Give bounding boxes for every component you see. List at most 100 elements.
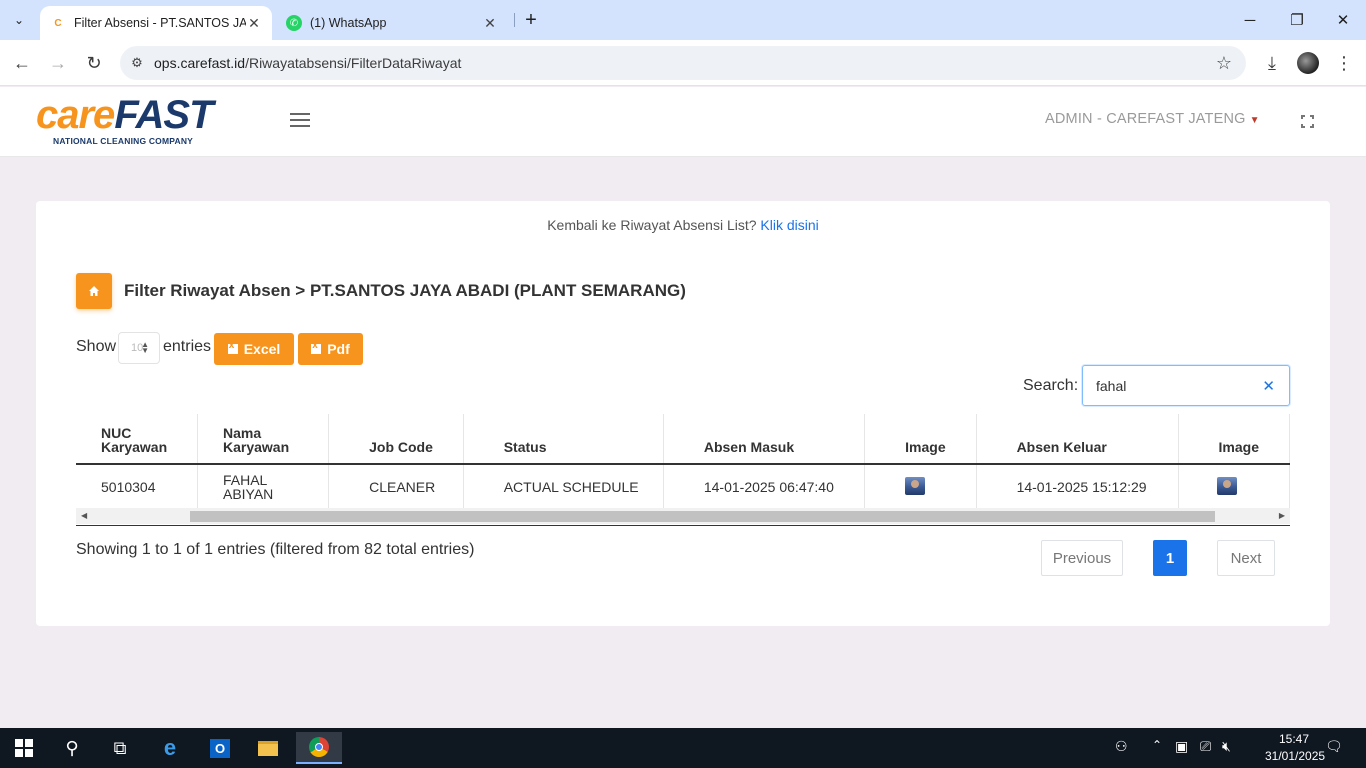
close-window-icon[interactable]: ✕ [1331, 8, 1355, 32]
network-icon[interactable]: ⎚ [1200, 738, 1211, 755]
excel-icon [227, 340, 238, 354]
file-explorer-icon[interactable] [248, 732, 288, 764]
clear-search-icon[interactable]: ✕ [1262, 377, 1275, 395]
carefast-logo[interactable]: careFAST NATIONAL CLEANING COMPANY [36, 95, 226, 149]
edge-icon[interactable]: e [150, 732, 190, 764]
notifications-icon[interactable]: 🗨︎ [1325, 738, 1343, 755]
site-info-icon[interactable]: ⚙ [120, 46, 154, 80]
tab-title: (1) WhatsApp [310, 16, 387, 30]
header-image-keluar[interactable]: Image [1178, 414, 1290, 465]
excel-export-button[interactable]: Excel [214, 333, 294, 365]
clock-time: 15:47 [1278, 732, 1310, 746]
home-icon [89, 286, 99, 296]
whatsapp-icon: ✆ [286, 15, 302, 31]
pagination-next[interactable]: Next [1217, 540, 1275, 576]
pagination-page-1[interactable]: 1 [1153, 540, 1187, 576]
tab-search-chevron-icon[interactable]: ⌄ [6, 7, 32, 33]
outlook-icon[interactable]: O [200, 732, 240, 764]
header-job-code[interactable]: Job Code [328, 414, 464, 465]
hamburger-menu-icon[interactable] [290, 113, 310, 129]
back-prompt: Kembali ke Riwayat Absensi List? Klik di… [36, 217, 1330, 233]
cell-nama: FAHAL ABIYAN [197, 464, 330, 508]
search-label: Search: [1023, 377, 1079, 394]
header-image[interactable]: Image [864, 414, 977, 465]
people-icon[interactable]: ⚇ [1115, 738, 1128, 755]
pdf-export-button[interactable]: Pdf [298, 333, 363, 365]
system-clock[interactable]: 15:47 31/01/2025 [1265, 731, 1326, 765]
forward-icon[interactable]: → [44, 49, 72, 77]
tab-whatsapp[interactable]: ✆ (1) WhatsApp ✕ [276, 6, 508, 40]
cell-image-keluar [1178, 464, 1290, 508]
table-info: Showing 1 to 1 of 1 entries (filtered fr… [76, 541, 475, 558]
carefast-favicon-icon: C [54, 17, 62, 29]
clock-date: 31/01/2025 [1265, 749, 1326, 763]
close-tab-icon[interactable]: ✕ [482, 15, 498, 31]
home-button[interactable] [76, 273, 112, 309]
download-icon[interactable]: ⤓ [1258, 49, 1286, 77]
task-view-icon[interactable]: ⧉ [100, 732, 140, 764]
tab-filter-absensi[interactable]: C Filter Absensi - PT.SANTOS JAYA ✕ [40, 6, 272, 40]
windows-taskbar: ⚲ ⧉ e O ⚇ ⌃ ▣ ⎚ 🔇︎ 15:47 31/01/2025 🗨︎ [0, 728, 1366, 768]
header-absen-keluar[interactable]: Absen Keluar [976, 414, 1179, 465]
menu-kebab-icon[interactable]: ⋮ [1330, 49, 1358, 77]
new-tab-icon[interactable]: + [520, 9, 542, 31]
header-status[interactable]: Status [463, 414, 664, 465]
header-nuc[interactable]: NUC Karyawan [76, 414, 198, 465]
back-icon[interactable]: ← [8, 49, 36, 77]
chrome-icon[interactable] [296, 732, 342, 764]
close-tab-icon[interactable]: ✕ [246, 15, 262, 31]
reload-icon[interactable]: ↻ [80, 49, 108, 77]
security-icon[interactable]: ▣ [1175, 738, 1188, 755]
back-link[interactable]: Klik disini [760, 217, 818, 233]
logo-tagline: NATIONAL CLEANING COMPANY [53, 136, 194, 146]
logo-care: care [36, 93, 115, 137]
restore-icon[interactable]: ❐ [1285, 8, 1309, 32]
back-text: Kembali ke Riwayat Absensi List? [547, 217, 757, 233]
pdf-icon [311, 340, 322, 354]
cell-status: ACTUAL SCHEDULE [463, 464, 664, 508]
cell-absen-masuk: 14-01-2025 06:47:40 [663, 464, 866, 508]
scrollbar-thumb[interactable] [190, 511, 1215, 522]
windows-start-icon[interactable] [4, 732, 44, 764]
header-nama[interactable]: Nama Karyawan [197, 414, 330, 465]
app-header: careFAST NATIONAL CLEANING COMPANY ADMIN… [0, 87, 1366, 157]
user-dropdown[interactable]: ADMIN - CAREFAST JATENG ▼ [1045, 111, 1260, 127]
minimize-icon[interactable]: ─ [1238, 8, 1262, 32]
browser-toolbar: ← → ↻ ⚙ ops.carefast.id/Riwayatabsensi/F… [0, 40, 1366, 86]
cell-absen-keluar: 14-01-2025 15:12:29 [976, 464, 1179, 508]
table-header-row: NUC Karyawan Nama Karyawan Job Code Status… [76, 414, 1290, 465]
url-host: ops.carefast.id [154, 55, 246, 71]
fullscreen-icon[interactable] [1300, 114, 1315, 129]
url-path: /Riwayatabsensi/FilterDataRiwayat [245, 55, 462, 71]
logo-fast: FAST [114, 93, 213, 137]
pdf-label: Pdf [327, 341, 350, 357]
show-label: Show [76, 338, 117, 355]
entries-label: entries [163, 338, 212, 355]
scroll-right-icon[interactable]: ▶ [1279, 511, 1285, 520]
photo-masuk-thumbnail[interactable] [905, 476, 926, 495]
cell-job-code: CLEANER [328, 464, 464, 508]
photo-keluar-thumbnail[interactable] [1216, 476, 1237, 495]
address-bar[interactable]: ⚙ ops.carefast.id/Riwayatabsensi/FilterD… [120, 46, 1246, 80]
search-value: fahal [1096, 377, 1127, 394]
tab-divider [514, 13, 515, 27]
search-icon[interactable]: ⚲ [52, 732, 92, 764]
user-name: ADMIN - CAREFAST JATENG [1045, 111, 1246, 127]
chevron-up-icon[interactable]: ⌃ [1152, 738, 1162, 752]
cell-image [864, 464, 977, 508]
profile-avatar[interactable] [1297, 52, 1319, 74]
cell-nuc: 5010304 [76, 464, 198, 508]
tab-title: Filter Absensi - PT.SANTOS JAYA [74, 16, 246, 30]
entries-per-page-select[interactable]: 10 ▲ ▼ [118, 332, 160, 364]
excel-label: Excel [243, 341, 281, 357]
header-absen-masuk[interactable]: Absen Masuk [663, 414, 866, 465]
data-table: NUC Karyawan Nama Karyawan Job Code Status… [76, 414, 1290, 508]
volume-muted-icon[interactable]: 🔇︎ [1222, 738, 1231, 755]
pagination-previous[interactable]: Previous [1041, 540, 1123, 576]
content-card: Kembali ke Riwayat Absensi List? Klik di… [36, 201, 1330, 626]
search-input[interactable]: fahal ✕ [1082, 365, 1290, 406]
chevron-down-icon: ▼ [1249, 115, 1260, 126]
scroll-left-icon[interactable]: ◀ [81, 511, 87, 520]
horizontal-scrollbar[interactable]: ◀ ▶ [76, 508, 1290, 524]
bookmark-star-icon[interactable]: ☆ [1216, 53, 1232, 74]
